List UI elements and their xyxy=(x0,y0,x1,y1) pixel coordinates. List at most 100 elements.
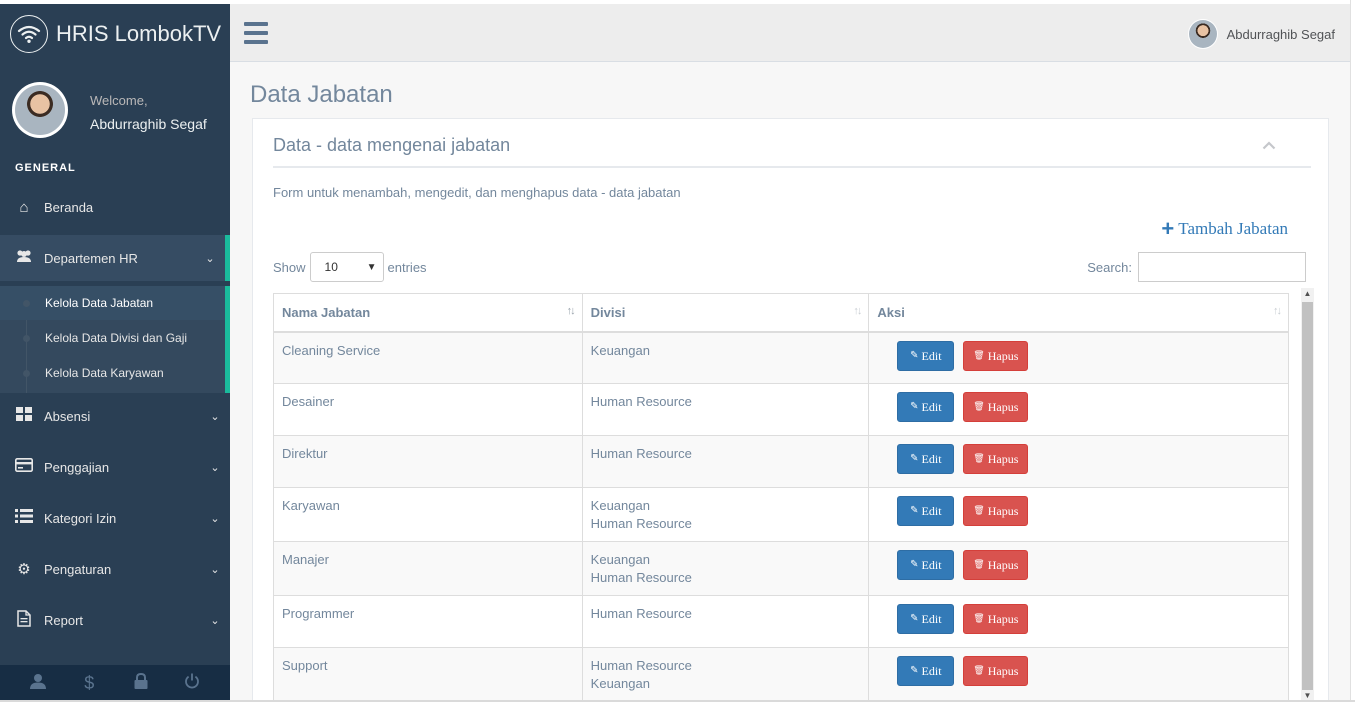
lock-icon[interactable] xyxy=(121,672,161,694)
sidebar-item-penggajian[interactable]: Penggajian ⌄ xyxy=(0,444,230,490)
edit-icon: ✎ xyxy=(910,453,919,464)
table-row: Manajer Keuangan Human Resource ✎ Edit 🗑 Hapus xyxy=(273,541,1289,596)
edit-label: Edit xyxy=(921,558,942,572)
sidebar-item-label: Departemen HR xyxy=(44,250,138,266)
column-header-aksi[interactable]: Aksi ↑↓ xyxy=(868,293,1289,333)
entries-select[interactable]: 10 ▼ xyxy=(309,252,384,282)
delete-button[interactable]: 🗑 Hapus xyxy=(963,496,1029,526)
edit-button[interactable]: ✎ Edit xyxy=(897,392,955,422)
trash-icon: 🗑 xyxy=(973,614,985,624)
delete-button[interactable]: 🗑 Hapus xyxy=(963,656,1029,686)
table-row: Karyawan Keuangan Human Resource ✎ Edit 🗑 Hapu… xyxy=(273,487,1289,542)
submenu-item-label: Kelola Data Divisi dan Gaji xyxy=(45,331,188,345)
edit-icon: ✎ xyxy=(910,613,919,624)
cell-aksi: ✎ Edit 🗑 Hapus xyxy=(868,595,1289,648)
edit-button[interactable]: ✎ Edit xyxy=(897,656,955,686)
edit-button[interactable]: ✎ Edit xyxy=(897,496,955,526)
sidebar-item-report[interactable]: Report ⌄ xyxy=(0,597,230,643)
trash-icon: 🗑 xyxy=(973,666,985,676)
chevron-down-icon: ⌄ xyxy=(205,252,215,265)
divisi-line: Human Resource xyxy=(590,606,692,621)
cell-divisi: Keuangan Human Resource xyxy=(581,541,870,596)
sidebar-item-departemen-hr[interactable]: Departemen HR ⌄ xyxy=(0,235,230,281)
trash-icon: 🗑 xyxy=(973,454,985,464)
cell-aksi: ✎ Edit 🗑 Hapus xyxy=(868,435,1289,488)
panel-divider xyxy=(273,166,1311,168)
top-navbar: Abdurraghib Segaf xyxy=(230,4,1355,62)
sort-icon: ↑↓ xyxy=(853,305,862,317)
menu-section-title: GENERAL xyxy=(15,162,76,174)
row-actions: ✎ Edit 🗑 Hapus xyxy=(877,550,1280,580)
user-icon[interactable] xyxy=(18,673,58,694)
avatar xyxy=(12,82,68,138)
profile-name: Abdurraghib Segaf xyxy=(90,116,207,132)
sidebar-item-label: Kategori Izin xyxy=(44,510,117,526)
submenu-item-divisi-gaji[interactable]: Kelola Data Divisi dan Gaji xyxy=(0,321,225,355)
column-header-divisi[interactable]: Divisi ↑↓ xyxy=(581,293,870,333)
edit-icon: ✎ xyxy=(910,349,919,361)
home-icon: ⌂ xyxy=(19,198,29,216)
search-label: Search: xyxy=(1087,259,1132,275)
edit-button[interactable]: ✎ Edit xyxy=(897,604,955,634)
dollar-icon[interactable]: $ xyxy=(69,673,109,694)
sidebar-item-absensi[interactable]: Absensi ⌄ xyxy=(0,393,230,439)
cell-nama-jabatan: Direktur xyxy=(273,435,583,488)
divisi-line: Human Resource xyxy=(590,394,692,409)
delete-button[interactable]: 🗑 Hapus xyxy=(963,392,1029,422)
gear-icon: ⚙ xyxy=(17,561,31,578)
row-actions: ✎ Edit 🗑 Hapus xyxy=(877,444,1280,474)
entries-label: entries xyxy=(387,259,427,275)
power-icon[interactable] xyxy=(172,673,212,694)
cell-aksi: ✎ Edit 🗑 Hapus xyxy=(868,383,1289,436)
divisi-line: Keuangan xyxy=(590,552,650,567)
cell-nama-jabatan: Karyawan xyxy=(273,487,583,542)
sidebar-item-beranda[interactable]: ⌂ Beranda xyxy=(0,184,230,230)
menu-toggle-icon[interactable] xyxy=(244,22,268,44)
chevron-down-icon: ⌄ xyxy=(210,512,220,525)
row-actions: ✎ Edit 🗑 Hapus xyxy=(877,340,1280,371)
chevron-down-icon: ▼ xyxy=(366,261,377,273)
delete-button[interactable]: 🗑 Hapus xyxy=(963,340,1029,371)
sidebar-item-kategori-izin[interactable]: Kategori Izin ⌄ xyxy=(0,495,230,541)
trash-icon: 🗑 xyxy=(973,560,985,570)
delete-button[interactable]: 🗑 Hapus xyxy=(963,550,1029,580)
row-actions: ✎ Edit 🗑 Hapus xyxy=(877,604,1280,634)
cell-aksi: ✎ Edit 🗑 Hapus xyxy=(868,331,1289,384)
table-row: Support Human Resource Keuangan ✎ Edit 🗑 Hapus xyxy=(273,647,1289,702)
credit-card-icon xyxy=(0,458,44,476)
cell-aksi: ✎ Edit 🗑 Hapus xyxy=(868,647,1289,702)
cell-divisi: Human Resource xyxy=(581,435,870,488)
sidebar-item-pengaturan[interactable]: ⚙ Pengaturan ⌄ xyxy=(0,546,230,592)
window-scrollbar[interactable] xyxy=(1350,0,1355,702)
sidebar-item-label: Absensi xyxy=(44,408,91,424)
page-title: Data Jabatan xyxy=(250,81,393,108)
trash-icon: 🗑 xyxy=(973,506,985,516)
submenu-item-karyawan[interactable]: Kelola Data Karyawan xyxy=(0,356,225,390)
brand[interactable]: HRIS LombokTV xyxy=(10,15,221,53)
edit-button[interactable]: ✎ Edit xyxy=(897,444,955,474)
user-profile-menu[interactable]: Abdurraghib Segaf xyxy=(1187,18,1335,50)
table-search: Search: xyxy=(1087,252,1306,282)
edit-button[interactable]: ✎ Edit xyxy=(897,340,955,371)
content-panel: Data - data mengenai jabatan Form untuk … xyxy=(252,118,1329,702)
cell-nama-jabatan: Manajer xyxy=(273,541,583,596)
chevron-down-icon: ⌄ xyxy=(210,410,220,423)
cell-divisi: Keuangan Human Resource xyxy=(581,487,870,542)
users-icon xyxy=(0,249,44,267)
scroll-up-icon[interactable]: ▲ xyxy=(1301,288,1314,300)
edit-button[interactable]: ✎ Edit xyxy=(897,550,955,580)
add-jabatan-button[interactable]: + Tambah Jabatan xyxy=(1161,218,1288,240)
submenu-item-jabatan[interactable]: Kelola Data Jabatan xyxy=(0,286,225,320)
column-header-nama-jabatan[interactable]: Nama Jabatan ↑↓ xyxy=(273,293,583,333)
search-input[interactable] xyxy=(1138,252,1306,282)
scrollbar-thumb[interactable] xyxy=(1302,302,1313,690)
delete-button[interactable]: 🗑 Hapus xyxy=(963,444,1029,474)
sidebar-footer: $ xyxy=(0,665,230,702)
chevron-up-icon[interactable] xyxy=(1262,137,1276,153)
edit-label: Edit xyxy=(921,664,942,678)
jabatan-table: Nama Jabatan ↑↓ Divisi ↑↓ Aksi ↑↓ Cleani… xyxy=(273,293,1289,702)
divisi-line: Keuangan xyxy=(590,342,650,358)
edit-icon: ✎ xyxy=(910,401,919,412)
delete-button[interactable]: 🗑 Hapus xyxy=(963,604,1029,634)
submenu-departemen-hr: Kelola Data Jabatan Kelola Data Divisi d… xyxy=(0,286,230,393)
